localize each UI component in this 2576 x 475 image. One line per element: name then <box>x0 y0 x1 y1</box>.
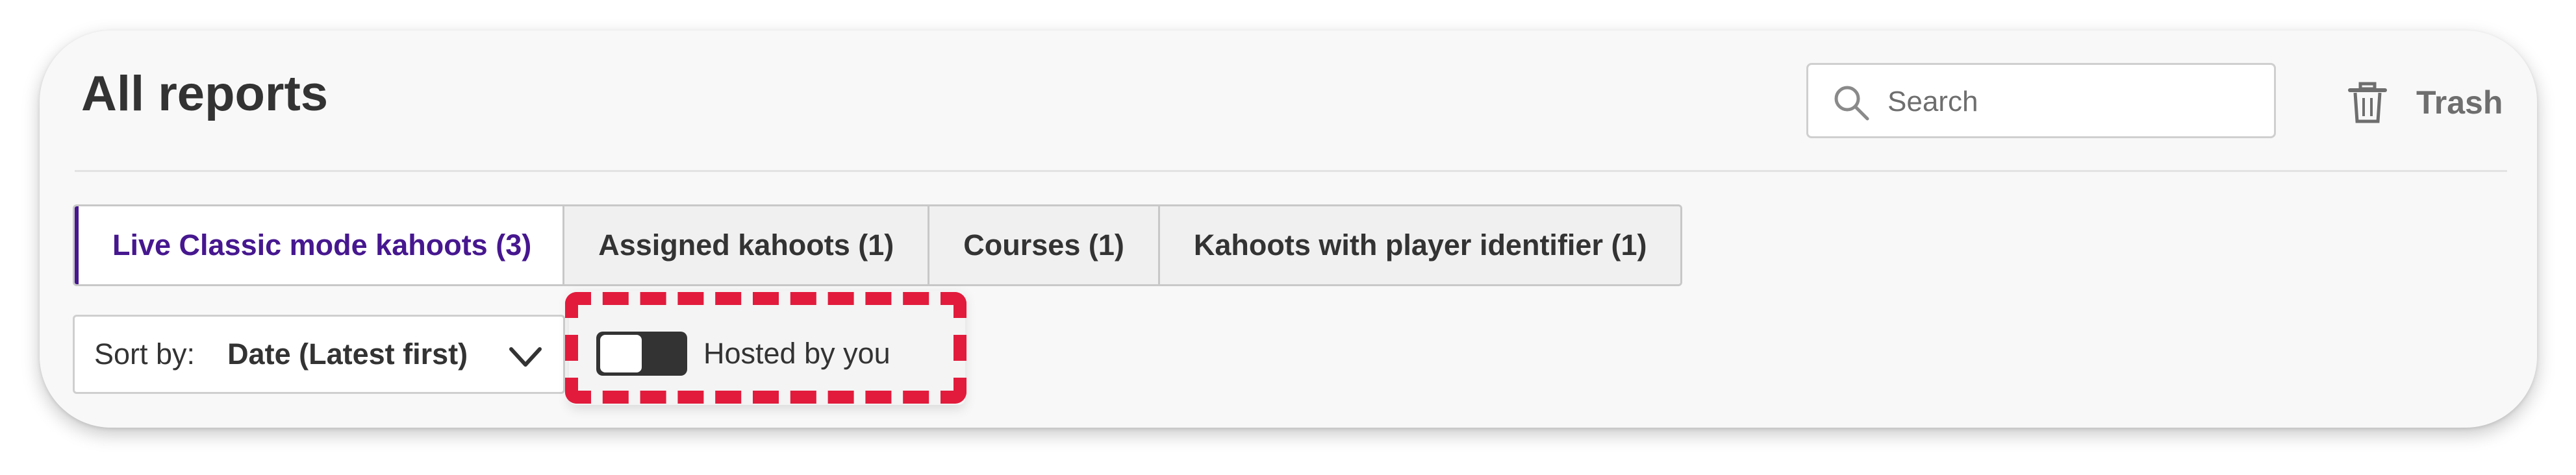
toggle-knob <box>600 335 642 372</box>
report-tabs: Live Classic mode kahoots (3) Assigned k… <box>73 204 1683 286</box>
search-box[interactable] <box>1806 63 2276 138</box>
search-icon <box>1834 86 1869 121</box>
tab-assigned[interactable]: Assigned kahoots (1) <box>564 206 930 284</box>
tab-player-identifier[interactable]: Kahoots with player identifier (1) <box>1159 206 1681 284</box>
tab-live-classic[interactable]: Live Classic mode kahoots (3) <box>75 206 565 284</box>
trash-icon <box>2348 82 2387 123</box>
trash-label: Trash <box>2416 84 2503 121</box>
search-input[interactable] <box>1886 78 2253 126</box>
hosted-by-you-toggle[interactable] <box>596 332 687 376</box>
sort-dropdown[interactable]: Sort by: Date (Latest first) <box>73 315 565 394</box>
chevron-down-icon <box>509 347 542 367</box>
tab-courses[interactable]: Courses (1) <box>929 206 1160 284</box>
hosted-by-you-label: Hosted by you <box>703 337 890 370</box>
header-divider <box>75 170 2507 172</box>
page-title: All reports <box>81 66 329 121</box>
sort-value: Date (Latest first) <box>227 337 468 371</box>
sort-label: Sort by: <box>94 337 196 371</box>
trash-button[interactable]: Trash <box>2345 77 2503 128</box>
